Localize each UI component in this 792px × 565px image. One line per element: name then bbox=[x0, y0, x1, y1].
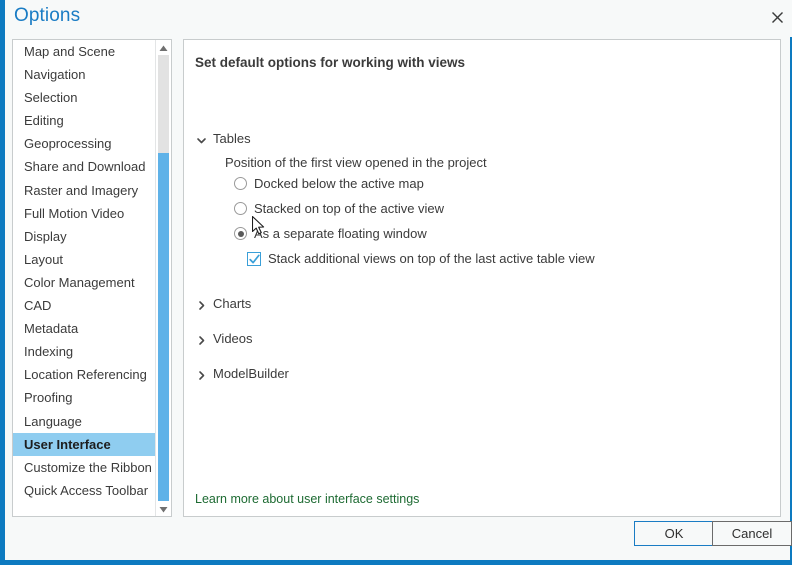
sidebar-item-user-interface[interactable]: User Interface bbox=[13, 432, 156, 456]
sidebar-item-geoprocessing[interactable]: Geoprocessing bbox=[13, 132, 156, 155]
sidebar-item-display[interactable]: Display bbox=[13, 225, 156, 248]
sidebar-item-metadata[interactable]: Metadata bbox=[13, 317, 156, 340]
checkbox-label: Stack additional views on top of the las… bbox=[268, 251, 595, 266]
sidebar-item-language[interactable]: Language bbox=[13, 410, 156, 433]
group-label-charts: Charts bbox=[213, 296, 252, 311]
position-setting-label: Position of the first view opened in the… bbox=[225, 155, 487, 170]
radio-label: Docked below the active map bbox=[254, 176, 424, 191]
sidebar-item-customize-the-ribbon[interactable]: Customize the Ribbon bbox=[13, 456, 156, 479]
scroll-up-button[interactable] bbox=[156, 40, 171, 55]
close-button[interactable] bbox=[760, 2, 792, 32]
ok-button[interactable]: OK bbox=[634, 521, 714, 546]
sidebar-item-proofing[interactable]: Proofing bbox=[13, 386, 156, 409]
sidebar-item-location-referencing[interactable]: Location Referencing bbox=[13, 363, 156, 386]
chevron-right-icon bbox=[196, 368, 207, 380]
checkbox-checked-icon bbox=[247, 251, 261, 266]
learn-more-link[interactable]: Learn more about user interface settings bbox=[195, 492, 419, 506]
settings-detail-panel: Set default options for working with vie… bbox=[183, 39, 781, 517]
sidebar-item-map-and-scene[interactable]: Map and Scene bbox=[13, 40, 156, 63]
chevron-right-icon bbox=[196, 333, 207, 345]
group-header-charts[interactable]: Charts bbox=[196, 296, 251, 311]
chevron-right-icon bbox=[196, 298, 207, 310]
sidebar-scrollbar[interactable] bbox=[155, 40, 171, 516]
sidebar-item-selection[interactable]: Selection bbox=[13, 86, 156, 109]
panel-heading: Set default options for working with vie… bbox=[195, 55, 466, 70]
dialog-title: Options bbox=[14, 5, 81, 26]
radio-label: Stacked on top of the active view bbox=[254, 201, 445, 216]
scroll-up-arrow-icon bbox=[159, 39, 168, 57]
title-bar: Options bbox=[5, 0, 792, 37]
group-header-videos[interactable]: Videos bbox=[196, 331, 253, 346]
radio-option-separate-floating-window[interactable]: As a separate floating window bbox=[234, 226, 427, 241]
group-label-tables: Tables bbox=[213, 131, 251, 146]
sidebar-item-layout[interactable]: Layout bbox=[13, 248, 156, 271]
sidebar-item-indexing[interactable]: Indexing bbox=[13, 340, 156, 363]
radio-option-docked-below-map[interactable]: Docked below the active map bbox=[234, 176, 424, 191]
scroll-down-button[interactable] bbox=[156, 501, 171, 516]
group-header-modelbuilder[interactable]: ModelBuilder bbox=[196, 366, 289, 381]
chevron-down-icon bbox=[196, 133, 207, 144]
sidebar-item-full-motion-video[interactable]: Full Motion Video bbox=[13, 202, 156, 225]
dialog-footer: OK Cancel bbox=[2, 515, 792, 560]
radio-icon-selected bbox=[234, 227, 247, 240]
group-label-videos: Videos bbox=[213, 331, 253, 346]
close-icon bbox=[771, 11, 784, 24]
group-header-tables[interactable]: Tables bbox=[196, 131, 251, 146]
sidebar-item-share-and-download[interactable]: Share and Download bbox=[13, 155, 156, 178]
options-dialog: Options Map and Scene Navigation Selection… bbox=[0, 0, 792, 565]
sidebar-item-color-management[interactable]: Color Management bbox=[13, 271, 156, 294]
sidebar-item-navigation[interactable]: Navigation bbox=[13, 63, 156, 86]
sidebar-item-editing[interactable]: Editing bbox=[13, 109, 156, 132]
sidebar-item-cad[interactable]: CAD bbox=[13, 294, 156, 317]
window-left-accent-border bbox=[2, 0, 5, 563]
cancel-button[interactable]: Cancel bbox=[712, 521, 792, 546]
sidebar-item-quick-access-toolbar[interactable]: Quick Access Toolbar bbox=[13, 479, 156, 502]
sidebar-scrollbar-thumb[interactable] bbox=[158, 153, 169, 501]
settings-category-list[interactable]: Map and Scene Navigation Selection Editing G… bbox=[12, 39, 172, 517]
radio-icon bbox=[234, 177, 247, 190]
group-label-modelbuilder: ModelBuilder bbox=[213, 366, 289, 381]
window-bottom-accent-border bbox=[2, 560, 792, 563]
settings-category-list-items: Map and Scene Navigation Selection Editing G… bbox=[13, 40, 156, 516]
radio-label: As a separate floating window bbox=[254, 226, 427, 241]
radio-option-stacked-on-active-view[interactable]: Stacked on top of the active view bbox=[234, 201, 444, 216]
radio-icon bbox=[234, 202, 247, 215]
sidebar-item-raster-and-imagery[interactable]: Raster and Imagery bbox=[13, 179, 156, 202]
checkbox-stack-additional-views[interactable]: Stack additional views on top of the las… bbox=[247, 251, 595, 266]
